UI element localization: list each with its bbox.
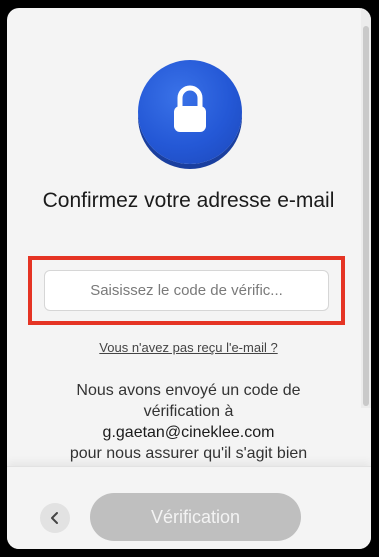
resend-email-link[interactable]: Vous n'avez pas reçu l'e-mail ? (27, 340, 350, 355)
message-intro: Nous avons envoyé un code de vérificatio… (76, 382, 301, 420)
verification-dialog: Confirmez votre adresse e-mail Vous n'av… (7, 8, 371, 549)
verify-button[interactable]: Vérification (90, 493, 301, 541)
page-title: Confirmez votre adresse e-mail (42, 189, 335, 212)
verification-message: Nous avons envoyé un code de vérificatio… (37, 380, 340, 464)
message-outro: pour nous assurer qu'il s'agit bien (69, 445, 308, 462)
chevron-left-icon (51, 512, 58, 524)
back-button[interactable] (40, 503, 70, 533)
lock-icon (174, 85, 206, 132)
scrollbar-track[interactable] (361, 8, 371, 408)
email-address: g.gaetan@cineklee.com (102, 424, 275, 441)
verification-code-input[interactable] (44, 270, 329, 311)
scrollbar-thumb[interactable] (363, 26, 369, 406)
lock-badge (138, 60, 242, 164)
highlight-frame (28, 256, 345, 325)
dialog-footer: Vérification (7, 466, 371, 549)
